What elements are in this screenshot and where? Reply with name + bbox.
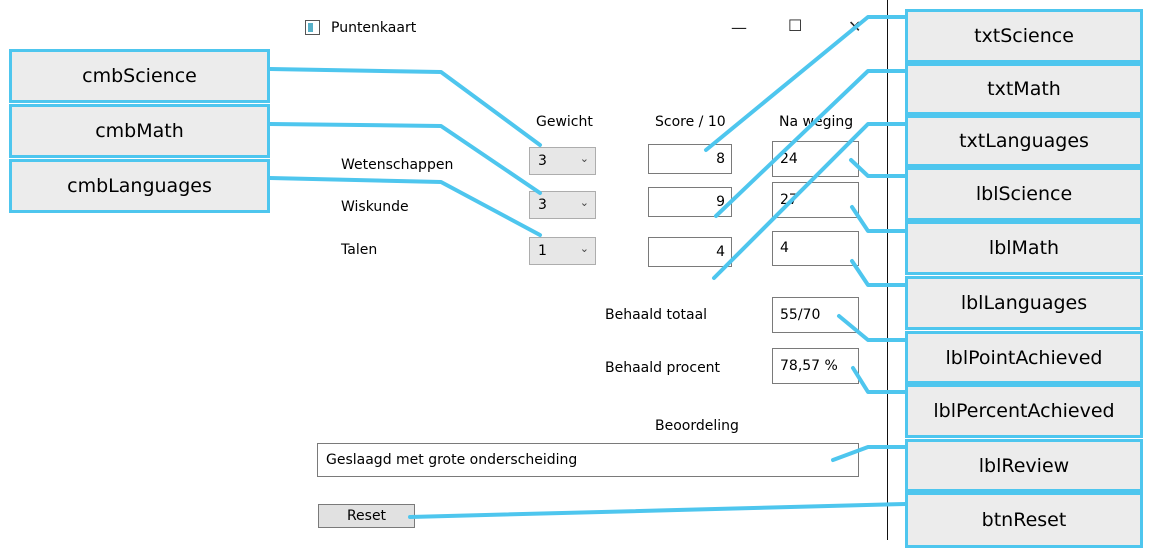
- callout-cmbScience: cmbScience: [9, 49, 270, 103]
- callout-lblScience: lblScience: [905, 167, 1143, 221]
- callout-lblPercentAchieved: lblPercentAchieved: [905, 384, 1143, 438]
- connector-lblLanguages: [850, 259, 907, 287]
- connector-lblReview: [831, 445, 907, 462]
- callout-txtScience: txtScience: [905, 9, 1143, 63]
- connector-txtMath: [714, 69, 907, 218]
- connector-btnReset: [408, 502, 907, 519]
- callout-txtMath: txtMath: [905, 63, 1143, 115]
- connector-lblPointAchieved: [837, 314, 907, 342]
- callout-lblLanguages: lblLanguages: [905, 276, 1143, 330]
- callout-lblReview: lblReview: [905, 439, 1143, 492]
- connector-cmbScience: [268, 67, 542, 147]
- connector-txtLanguages: [712, 122, 907, 280]
- callout-cmbMath: cmbMath: [9, 104, 270, 158]
- connector-lblPercentAchieved: [851, 366, 907, 394]
- connector-cmbLanguages: [268, 176, 542, 237]
- connector-lblScience: [849, 158, 907, 178]
- callout-lblPointAchieved: lblPointAchieved: [905, 331, 1143, 384]
- callout-lblMath: lblMath: [905, 221, 1143, 275]
- callout-cmbLanguages: cmbLanguages: [9, 159, 270, 213]
- callout-txtLanguages: txtLanguages: [905, 115, 1143, 167]
- callout-btnReset: btnReset: [905, 492, 1143, 548]
- connector-lblMath: [850, 205, 907, 233]
